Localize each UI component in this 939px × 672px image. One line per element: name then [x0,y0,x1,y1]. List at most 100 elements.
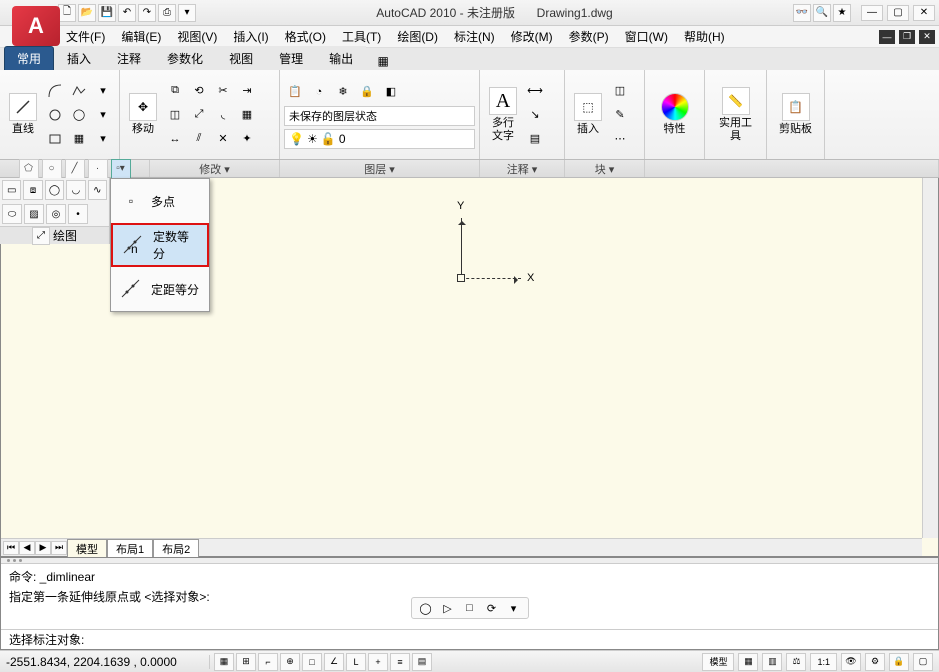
properties-button[interactable]: 特性 [656,87,694,143]
circle-button[interactable] [44,104,66,126]
lp-rectangle-icon[interactable]: ▭ [2,180,21,200]
edit-block-button[interactable]: ✎ [609,104,631,126]
search-icon[interactable]: 🔍 [813,4,831,22]
ribbon-tab-annotate[interactable]: 注释 [104,46,154,70]
menu-parametric[interactable]: 参数(P) [561,26,617,47]
lwt-toggle[interactable]: ≡ [390,653,410,671]
linear-dim-button[interactable]: ⟷ [524,80,546,102]
explode-button[interactable]: ✦ [236,128,258,150]
dyn-toggle[interactable]: + [368,653,388,671]
array-button[interactable]: ▦ [236,104,258,126]
tab-next-button[interactable]: ▶ [35,541,51,555]
menu-dimension[interactable]: 标注(N) [446,26,503,47]
ribbon-tab-insert[interactable]: 插入 [54,46,104,70]
rotate-button[interactable]: ⟲ [188,80,210,102]
tab-layout1[interactable]: 布局1 [107,539,153,558]
line-button[interactable]: 直线 [4,87,42,143]
mdi-close-button[interactable]: ✕ [919,30,935,44]
menu-window[interactable]: 窗口(W) [617,26,676,47]
modify-expand[interactable]: 修改 ▾ [150,160,280,177]
qat-dropdown-button[interactable]: ▾ [178,4,196,22]
table-button[interactable]: ▤ [524,128,546,150]
status-coordinates[interactable]: -2551.8434, 2204.1639 , 0.0000 [0,655,210,669]
copy-button[interactable]: ⧉ [164,80,186,102]
tab-prev-button[interactable]: ◀ [19,541,35,555]
lp-crop-icon[interactable]: ⧈ [23,180,42,200]
favorites-icon[interactable]: ★ [833,4,851,22]
annotation-expand[interactable]: 注释 ▾ [480,160,565,177]
grid-toggle[interactable]: ⊞ [236,653,256,671]
tab-last-button[interactable]: ⏭ [51,541,67,555]
misc-draw3-button[interactable]: ▾ [92,128,114,150]
move-button[interactable]: ✥ 移动 [124,87,162,143]
layers-expand[interactable]: 图层 ▾ [280,160,480,177]
qat-save-button[interactable]: 💾 [98,4,116,22]
snap-toggle[interactable]: ▦ [214,653,234,671]
misc-draw-button[interactable]: ▾ [92,80,114,102]
workspace-switch-icon[interactable]: ⚙ [865,653,885,671]
model-space-button[interactable]: 模型 [702,653,734,671]
polyline-button[interactable] [68,80,90,102]
lp-donut-icon[interactable]: ◎ [46,204,66,224]
utilities-button[interactable]: 📏 实用工具 [717,87,755,143]
misc-draw2-button[interactable]: ▾ [92,104,114,126]
annotation-scale-icon[interactable]: ⚖ [786,653,806,671]
ribbon-tab-extra-icon[interactable]: ▦ [374,52,392,70]
polar-toggle[interactable]: ⊕ [280,653,300,671]
quickview-layouts-icon[interactable]: ▦ [738,653,758,671]
qat-print-button[interactable]: ⎙ [158,4,176,22]
menu-insert[interactable]: 插入(I) [225,26,276,47]
qat-undo-button[interactable]: ↶ [118,4,136,22]
maximize-button[interactable]: ▢ [887,5,909,21]
close-button[interactable]: ✕ [913,5,935,21]
menu-multi-point[interactable]: ▫ 多点 [111,179,209,223]
quickview-drawings-icon[interactable]: ▥ [762,653,782,671]
layer-lock-button[interactable]: 🔒 [356,81,378,103]
vertical-scrollbar[interactable] [922,178,938,538]
app-logo[interactable]: A [12,6,60,46]
nav-play-icon[interactable]: ▷ [440,600,456,616]
menu-measure[interactable]: 定距等分 [111,267,209,311]
tab-model[interactable]: 模型 [67,539,107,558]
block-attr-button[interactable]: ⋯ [609,128,631,150]
qp-toggle[interactable]: ▤ [412,653,432,671]
lp-point2-icon[interactable]: • [68,204,88,224]
mdi-restore-button[interactable]: ❐ [899,30,915,44]
trim-button[interactable]: ✂ [212,80,234,102]
annotation-visibility-icon[interactable]: 👁 [841,653,861,671]
fillet-button[interactable]: ◟ [212,104,234,126]
menu-divide[interactable]: n 定数等分 [111,223,209,267]
menu-tools[interactable]: 工具(T) [334,26,389,47]
lp-circle-icon[interactable]: ◯ [45,180,64,200]
scale-button[interactable]: ⤢ [188,104,210,126]
layer-properties-button[interactable]: 📋 [284,81,306,103]
tab-layout2[interactable]: 布局2 [153,539,199,558]
palette-pin-icon[interactable]: ⤢ [32,227,50,245]
arc-button[interactable] [44,80,66,102]
mirror-button[interactable]: ◫ [164,104,186,126]
ducs-toggle[interactable]: L [346,653,366,671]
ribbon-tab-parametric[interactable]: 参数化 [154,46,216,70]
ribbon-tab-view[interactable]: 视图 [216,46,266,70]
clipboard-button[interactable]: 📋 剪贴板 [777,87,815,143]
scale-button[interactable]: 1:1 [810,653,837,671]
leader-button[interactable]: ↘ [524,104,546,126]
block-expand[interactable]: 块 ▾ [565,160,645,177]
qat-open-button[interactable]: 📂 [78,4,96,22]
nav-stop-icon[interactable]: □ [462,600,478,616]
menu-file[interactable]: 文件(F) [58,26,113,47]
point-dropdown-icon[interactable]: ▫▾ [111,159,131,179]
erase-button[interactable]: ✕ [212,128,234,150]
layer-color-button[interactable]: ◧ [380,81,402,103]
ribbon-tab-home[interactable]: 常用 [4,46,54,70]
offset-button[interactable]: ⫽ [188,128,210,150]
ribbon-tab-output[interactable]: 输出 [316,46,366,70]
lp-hatch-icon[interactable]: ▨ [24,204,44,224]
mtext-button[interactable]: A 多行 文字 [484,87,522,143]
command-window[interactable]: 命令: _dimlinear 指定第一条延伸线原点或 <选择对象>: 选择标注对… [0,557,939,650]
create-block-button[interactable]: ◫ [609,80,631,102]
minimize-button[interactable]: — [861,5,883,21]
lp-arc-icon[interactable]: ◡ [66,180,85,200]
insert-block-button[interactable]: ⬚ 插入 [569,87,607,143]
tab-first-button[interactable]: ⏮ [3,541,19,555]
